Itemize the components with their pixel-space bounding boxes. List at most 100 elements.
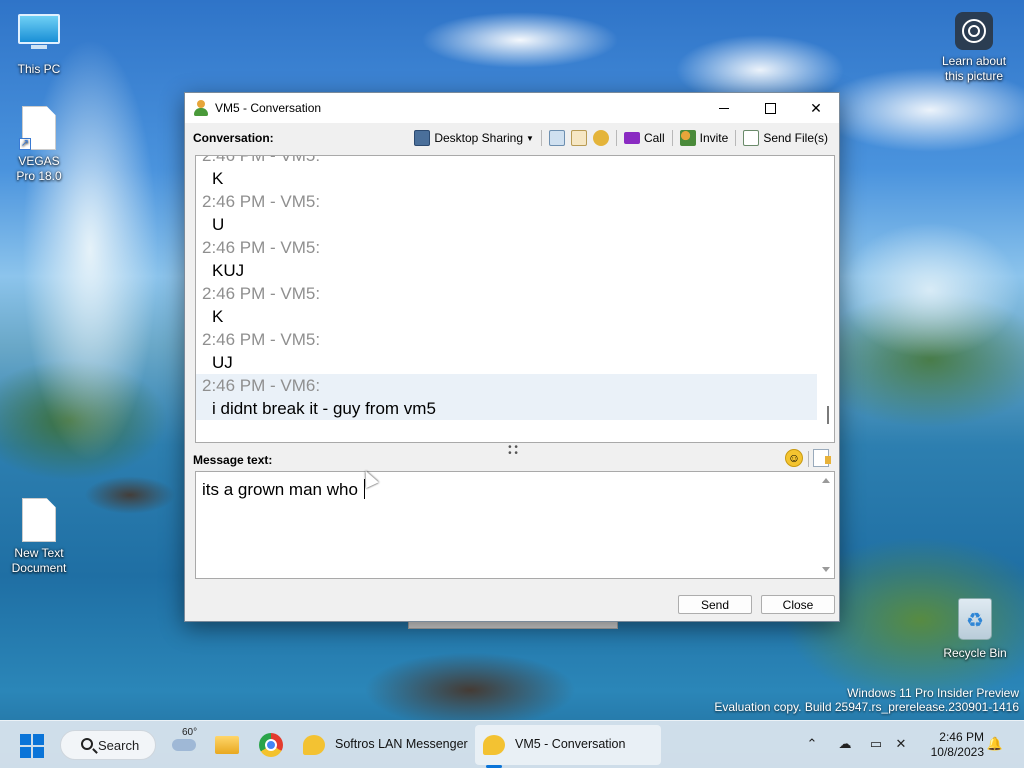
text-format-button[interactable] [813,449,831,467]
watermark-line-2: Evaluation copy. Build 25947.rs_prerelea… [714,700,1019,714]
gear-icon [592,130,609,146]
smiley-icon: ☺ [787,451,801,465]
message-text: U [212,215,225,234]
info-button[interactable] [568,127,590,149]
volume-muted-icon[interactable]: ✕ [892,735,910,753]
folder-icon [215,736,239,754]
history-button[interactable] [546,127,568,149]
call-label: Call [643,131,665,145]
add-users-icon [679,130,696,146]
this-pc-icon [17,14,61,58]
message-text: i didnt break it - guy from vm5 [212,399,436,418]
desktop-icon-new-text-document[interactable]: New Text Document [1,498,77,576]
chrome-button[interactable] [255,729,287,761]
message-list: 2:46 PM - VM5: K 2:46 PM - VM5: U 2:46 P… [196,155,817,420]
message-text: UJ [212,353,233,372]
list-item: 2:46 PM - VM5: U [196,190,817,236]
toolbar-divider [808,451,809,467]
desktop-icon-label: VEGAS Pro 18.0 [16,154,62,183]
desktop-sharing-icon [414,130,431,146]
book-icon [548,130,565,146]
message-text: KUJ [212,261,245,280]
window-controls: ✕ [701,93,839,123]
message-text: K [212,169,224,188]
clock[interactable]: 2:46 PM 10/8/2023 [931,730,984,760]
user-icon [193,100,209,116]
message-text-label: Message text: [193,453,273,467]
windows-logo-icon [20,734,31,745]
conversation-scrollbar[interactable] [817,156,834,442]
desktop-icon-recycle-bin[interactable]: Recycle Bin [937,598,1013,661]
taskbar: Search 60° Softros LAN Messenger VM5 - C… [0,720,1024,768]
list-item: 2:46 PM - VM5: UJ [196,328,817,374]
toolbar-divider [735,130,737,146]
start-button[interactable] [20,734,44,758]
search-icon [81,738,93,750]
maximize-button[interactable] [747,93,793,123]
vm5-conversation-icon-button[interactable] [478,729,510,761]
message-header: 2:46 PM - VM5: [202,155,321,165]
conversation-toolbar: Desktop Sharing ▼ Call Invite Send File(… [411,127,831,149]
network-icon[interactable]: ▭ [867,735,885,753]
scrollbar-thumb[interactable] [827,406,829,424]
recycle-bin-icon [953,598,997,642]
desktop-icon-label: Recycle Bin [943,646,1007,660]
emoji-button[interactable]: ☺ [785,449,803,467]
softros-messenger-button[interactable] [298,729,330,761]
vm5-conversation-label[interactable]: VM5 - Conversation [515,737,625,751]
bell-icon[interactable]: 🔔 [986,735,1004,753]
scroll-up-icon[interactable] [822,478,830,483]
desktop-sharing-label: Desktop Sharing [434,131,524,145]
message-header: 2:46 PM - VM6: [202,376,321,395]
title-bar[interactable]: VM5 - Conversation ✕ [185,93,839,123]
file-explorer-button[interactable] [211,729,243,761]
toolbar-divider [671,130,673,146]
input-scrollbar[interactable] [817,472,834,578]
invite-label: Invite [699,131,729,145]
chat-bubble-icon [303,735,325,755]
scroll-down-icon[interactable] [822,567,830,572]
watermark-line-1: Windows 11 Pro Insider Preview [847,686,1019,700]
list-item: 2:46 PM - VM5: KUJ [196,236,817,282]
invite-button[interactable]: Invite [677,127,732,149]
desktop-icon-label: New Text Document [11,546,67,575]
message-input-text: its a grown man who [202,478,365,502]
send-files-label: Send File(s) [763,131,828,145]
send-files-button[interactable]: Send File(s) [740,127,831,149]
minimize-button[interactable] [701,93,747,123]
conversation-window: VM5 - Conversation ✕ Conversation: Deskt… [184,92,840,622]
message-text: K [212,307,224,326]
desktop-icon-this-pc[interactable]: This PC [1,10,77,77]
softros-messenger-label[interactable]: Softros LAN Messenger [335,737,468,751]
conversation-label: Conversation: [193,131,274,145]
list-item-highlighted: 2:46 PM - VM6: i didnt break it - guy fr… [196,374,817,420]
desktop-icon-learn-about-picture[interactable]: Learn about this picture [936,12,1012,84]
onedrive-icon[interactable]: ☁ [836,735,854,753]
taskbar-search[interactable]: Search [60,730,156,760]
message-input[interactable]: its a grown man who [195,471,835,579]
message-header: 2:46 PM - VM5: [202,192,321,211]
message-partial: 2:46 PM - VM5: K [196,155,817,190]
window-title: VM5 - Conversation [215,101,322,115]
chevron-down-icon: ▼ [526,133,534,143]
text-file-icon [17,498,61,542]
close-window-button[interactable]: ✕ [793,93,839,123]
send-button[interactable]: Send [678,595,752,614]
learn-picture-icon [955,12,993,50]
splitter-handle[interactable]: • • • • [505,443,521,459]
list-item: 2:46 PM - VM5: K [196,282,817,328]
call-button[interactable]: Call [621,127,668,149]
video-camera-icon [623,132,640,144]
close-button[interactable]: Close [761,595,835,614]
file-shortcut-icon: ↗ [17,106,61,150]
settings-button[interactable] [590,127,612,149]
windows-watermark: Windows 11 Pro Insider Preview Evaluatio… [714,686,1019,714]
desktop-icon-vegas-pro[interactable]: ↗ VEGAS Pro 18.0 [1,106,77,184]
clock-time: 2:46 PM [939,730,984,744]
desktop-sharing-dropdown[interactable]: Desktop Sharing ▼ [411,127,537,149]
weather-widget[interactable]: 60° [170,727,200,759]
desktop-icon-label: Learn about this picture [941,54,1007,83]
chevron-up-icon[interactable]: ⌃ [803,735,821,753]
conversation-history[interactable]: 2:46 PM - VM5: K 2:46 PM - VM5: U 2:46 P… [195,155,835,443]
document-info-icon [570,130,587,146]
